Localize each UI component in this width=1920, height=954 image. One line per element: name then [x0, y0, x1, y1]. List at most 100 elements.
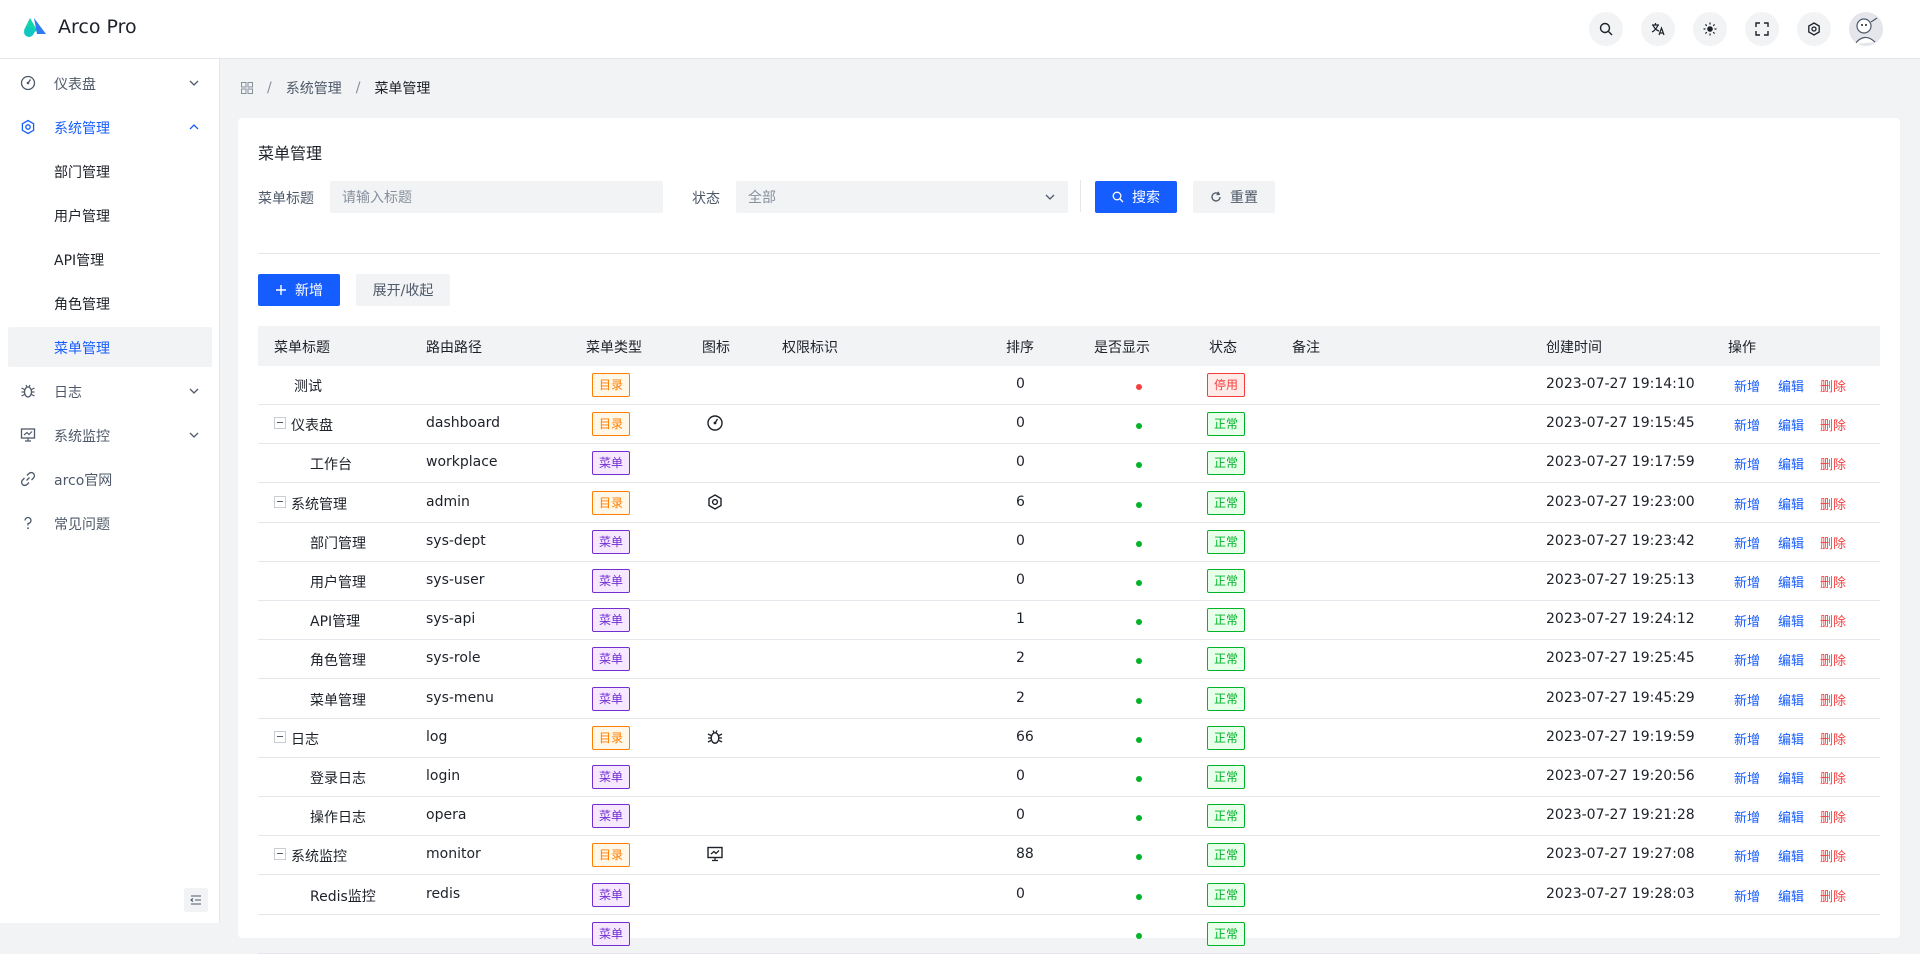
table-header: 菜单标题 路由路径 菜单类型 图标 权限标识 排序 是否显示 状态 备注 创建时…: [258, 326, 1880, 366]
row-edit-link[interactable]: 编辑: [1778, 729, 1804, 748]
row-sort: 2: [1016, 689, 1025, 706]
row-delete-link[interactable]: 删除: [1820, 886, 1846, 905]
row-add-link[interactable]: 新增: [1734, 533, 1760, 552]
table-row: 用户管理 sys-user 菜单 0 正常 2023-07-27 19:25:13 新增 编辑…: [258, 562, 1880, 601]
row-status-tag: 正常: [1207, 608, 1246, 633]
row-expand-toggle[interactable]: [274, 848, 286, 861]
row-edit-link[interactable]: 编辑: [1778, 690, 1804, 709]
row-edit-link[interactable]: 编辑: [1778, 415, 1804, 434]
row-edit-link[interactable]: 编辑: [1778, 572, 1804, 591]
row-delete-link[interactable]: 删除: [1820, 376, 1846, 395]
title-search-input[interactable]: 请输入标题: [330, 181, 663, 213]
row-add-link[interactable]: 新增: [1734, 415, 1760, 434]
row-delete-link[interactable]: 删除: [1820, 650, 1846, 669]
sidebar-item-label: arco官网: [54, 473, 113, 489]
row-delete-link[interactable]: 删除: [1820, 533, 1846, 552]
row-type-tag: 菜单: [592, 569, 631, 593]
row-edit-link[interactable]: 编辑: [1778, 807, 1804, 826]
sidebar-item-dashboard[interactable]: 仪表盘: [8, 63, 212, 103]
language-button[interactable]: [1641, 12, 1675, 46]
row-add-link[interactable]: 新增: [1734, 611, 1760, 630]
status-select[interactable]: 全部: [736, 181, 1068, 213]
sidebar-item-monitor[interactable]: 系统监控: [8, 415, 212, 455]
row-add-link[interactable]: 新增: [1734, 376, 1760, 395]
row-edit-link[interactable]: 编辑: [1778, 611, 1804, 630]
row-expand-toggle[interactable]: [274, 417, 286, 430]
column-header-path: 路由路径: [426, 340, 482, 356]
reset-button[interactable]: 重置: [1193, 181, 1275, 213]
row-expand-toggle[interactable]: [274, 730, 286, 743]
row-add-link[interactable]: 新增: [1734, 690, 1760, 709]
row-delete-link[interactable]: 删除: [1820, 729, 1846, 748]
search-button[interactable]: [1589, 12, 1623, 46]
breadcrumb-separator: /: [267, 80, 272, 96]
row-add-link[interactable]: 新增: [1734, 886, 1760, 905]
user-avatar[interactable]: [1849, 12, 1883, 46]
row-edit-link[interactable]: 编辑: [1778, 846, 1804, 865]
row-add-link[interactable]: 新增: [1734, 494, 1760, 513]
row-add-link[interactable]: 新增: [1734, 729, 1760, 748]
row-delete-link[interactable]: 删除: [1820, 690, 1846, 709]
theme-toggle-button[interactable]: [1693, 12, 1727, 46]
search-button-label: 搜索: [1132, 190, 1160, 206]
row-expand-toggle[interactable]: [274, 495, 286, 508]
sidebar-item-faq[interactable]: 常见问题: [8, 503, 212, 543]
sidebar-item-menus[interactable]: 菜单管理: [8, 327, 212, 367]
row-delete-link[interactable]: 删除: [1820, 494, 1846, 513]
column-header-created: 创建时间: [1546, 340, 1602, 356]
row-add-link[interactable]: 新增: [1734, 454, 1760, 473]
search-icon: [1112, 191, 1124, 203]
row-add-link[interactable]: 新增: [1734, 572, 1760, 591]
sidebar-item-log[interactable]: 日志: [8, 371, 212, 411]
sidebar-collapse-button[interactable]: [184, 888, 208, 912]
row-edit-link[interactable]: 编辑: [1778, 650, 1804, 669]
row-created-time: 2023-07-27 19:15:45: [1546, 415, 1695, 432]
row-status-tag: 正常: [1207, 882, 1246, 907]
sidebar-item-dept[interactable]: 部门管理: [8, 151, 212, 191]
row-edit-link[interactable]: 编辑: [1778, 454, 1804, 473]
row-add-link[interactable]: 新增: [1734, 768, 1760, 787]
row-add-link[interactable]: 新增: [1734, 807, 1760, 826]
row-created-time: 2023-07-27 19:45:29: [1546, 689, 1695, 706]
search-button[interactable]: 搜索: [1095, 181, 1177, 213]
row-delete-link[interactable]: 删除: [1820, 415, 1846, 434]
row-edit-link[interactable]: 编辑: [1778, 886, 1804, 905]
column-header-icon: 图标: [702, 340, 730, 356]
row-visible-dot: [1136, 697, 1142, 704]
row-visible-dot: [1136, 815, 1142, 822]
sidebar-item-roles[interactable]: 角色管理: [8, 283, 212, 323]
row-edit-link[interactable]: 编辑: [1778, 768, 1804, 787]
app-logo[interactable]: Arco Pro: [22, 16, 137, 38]
row-visible-dot: [1136, 540, 1142, 547]
expand-collapse-button[interactable]: 展开/收起: [356, 274, 450, 306]
row-delete-link[interactable]: 删除: [1820, 611, 1846, 630]
sidebar-item-users[interactable]: 用户管理: [8, 195, 212, 235]
row-delete-link[interactable]: 删除: [1820, 807, 1846, 826]
row-edit-link[interactable]: 编辑: [1778, 494, 1804, 513]
apps-icon[interactable]: [241, 82, 253, 94]
fullscreen-button[interactable]: [1745, 12, 1779, 46]
column-header-type: 菜单类型: [586, 340, 642, 356]
sidebar-item-api[interactable]: API管理: [8, 239, 212, 279]
row-delete-link[interactable]: 删除: [1820, 846, 1846, 865]
breadcrumb-item-system[interactable]: 系统管理: [286, 78, 342, 98]
row-status-tag: 停用: [1207, 373, 1246, 397]
row-path: dashboard: [426, 415, 501, 432]
row-add-link[interactable]: 新增: [1734, 650, 1760, 669]
row-delete-link[interactable]: 删除: [1820, 768, 1846, 787]
row-created-time: 2023-07-27 19:24:12: [1546, 611, 1695, 628]
sidebar-item-arco-site[interactable]: arco官网: [8, 459, 212, 499]
sidebar-item-label: 角色管理: [54, 297, 110, 313]
sidebar-item-system[interactable]: 系统管理: [8, 107, 212, 147]
row-type-tag: 目录: [592, 373, 631, 397]
reset-button-label: 重置: [1230, 190, 1258, 206]
row-edit-link[interactable]: 编辑: [1778, 376, 1804, 395]
row-title: 测试: [294, 379, 322, 395]
row-delete-link[interactable]: 删除: [1820, 454, 1846, 473]
table-row: 操作日志 opera 菜单 0 正常 2023-07-27 19:21:28 新增 编辑 删除: [258, 797, 1880, 837]
row-edit-link[interactable]: 编辑: [1778, 533, 1804, 552]
settings-button[interactable]: [1797, 12, 1831, 46]
row-add-link[interactable]: 新增: [1734, 846, 1760, 865]
row-delete-link[interactable]: 删除: [1820, 572, 1846, 591]
add-menu-button[interactable]: 新增: [258, 274, 340, 306]
